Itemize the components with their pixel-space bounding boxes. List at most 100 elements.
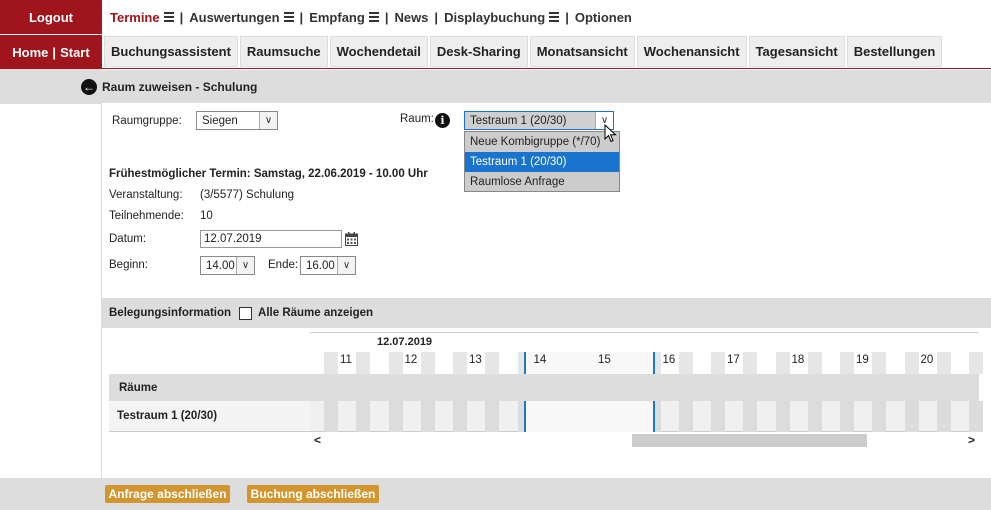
show-all-rooms-label[interactable]: Alle Räume anzeigen <box>258 307 373 319</box>
hamburger-icon[interactable] <box>549 10 560 24</box>
menu-news[interactable]: News <box>394 10 428 25</box>
tab-tagesansicht[interactable]: Tagesansicht <box>748 35 845 67</box>
chevron-down-icon[interactable]: ∨ <box>337 257 355 274</box>
timeline-slot-stripe <box>356 352 371 374</box>
raum-option[interactable]: Raumlose Anfrage <box>465 172 619 192</box>
booking-range-marker <box>652 401 655 432</box>
rooms-header: Räume <box>109 374 310 401</box>
timeline-date: 12.07.2019 <box>377 336 433 348</box>
chevron-down-icon[interactable]: ∨ <box>236 257 254 274</box>
scroll-left-arrow[interactable]: < <box>314 433 321 447</box>
timeline-hour-label: 19 <box>856 354 869 366</box>
booking-range-marker <box>523 352 526 374</box>
menu-displaybuchung[interactable]: Displaybuchung <box>444 10 560 25</box>
timeline-slot-stripe <box>324 352 338 374</box>
timeline-hour-label: 20 <box>920 354 934 366</box>
raum-dropdown-list: Neue Kombigruppe (*/70) Testraum 1 (20/3… <box>464 131 620 192</box>
beginn-select[interactable]: 14.00 ∨ <box>200 256 255 275</box>
menu-auswertungen[interactable]: Auswertungen <box>189 10 294 25</box>
timeline-slot-stripe <box>840 401 854 432</box>
menu-separator: | <box>384 9 389 25</box>
start-label[interactable]: Start <box>60 45 90 60</box>
timeline-scrollbar-thumb[interactable] <box>632 434 867 447</box>
home-start-button[interactable]: Home | Start <box>0 34 102 69</box>
timeline-slot-stripe <box>969 401 983 432</box>
timeline-slot-stripe <box>420 401 435 432</box>
timeline-hour-label: 15 <box>598 354 611 366</box>
room-row-label[interactable]: Testraum 1 (20/30) <box>109 401 310 432</box>
tab-raumsuche[interactable]: Raumsuche <box>239 35 328 67</box>
left-bottom-filler <box>0 478 102 510</box>
timeline-slot-stripe <box>807 401 822 432</box>
buchung-abschliessen-button[interactable]: Buchung abschließen <box>247 485 379 503</box>
menu-termine[interactable]: Termine <box>110 10 174 25</box>
timeline-hour-label: 14 <box>533 354 547 366</box>
timeline-slot-stripe <box>840 352 854 374</box>
raum-select[interactable]: Testraum 1 (20/30) ∨ <box>464 111 614 130</box>
timeline-slot-stripe <box>775 352 790 374</box>
timeline-slot-stripe <box>775 401 790 432</box>
earliest-date-text: Frühestmöglicher Termin: Samstag, 22.06.… <box>109 168 428 180</box>
tab-wochendetail[interactable]: Wochendetail <box>329 35 428 67</box>
timeline-slot-stripe <box>678 352 693 374</box>
timeline-slot-stripe <box>969 352 983 374</box>
timeline-slot-stripe <box>485 352 500 374</box>
timeline-slot-stripe <box>872 352 887 374</box>
logout-button[interactable]: Logout <box>0 0 102 34</box>
back-arrow-icon[interactable]: ← <box>81 78 97 95</box>
hamburger-icon[interactable] <box>283 10 294 24</box>
menu-empfang[interactable]: Empfang <box>309 10 379 25</box>
tab-desk-sharing[interactable]: Desk-Sharing <box>429 35 528 67</box>
timeline-slot-stripe <box>711 352 725 374</box>
room-name: Testraum 1 (20/30) <box>117 410 218 422</box>
datum-input[interactable]: 12.07.2019 <box>200 230 342 248</box>
timeline-slot-stripe <box>711 401 725 432</box>
tab-wochenansicht[interactable]: Wochenansicht <box>636 35 747 67</box>
datum-label: Datum: <box>109 233 147 245</box>
hamburger-icon[interactable] <box>163 10 174 24</box>
datum-value: 12.07.2019 <box>204 233 262 245</box>
timeline-header-row <box>310 374 979 401</box>
scroll-right-arrow[interactable]: > <box>968 433 975 447</box>
mouse-cursor-icon <box>604 124 617 143</box>
ende-value: 16.00 <box>306 259 335 272</box>
home-label[interactable]: Home <box>12 45 48 60</box>
timeline-slot-stripe <box>807 352 822 374</box>
timeline-hour-label: 13 <box>469 354 482 366</box>
ende-select[interactable]: 16.00 ∨ <box>300 256 356 275</box>
timeline-slot-stripe <box>356 401 371 432</box>
raum-option-selected[interactable]: Testraum 1 (20/30) <box>465 152 619 172</box>
raum-option[interactable]: Neue Kombigruppe (*/70) <box>465 132 619 152</box>
tab-bar: Buchungsassistent Raumsuche Wochendetail… <box>102 34 991 69</box>
timeline-hour-label: 18 <box>791 354 805 366</box>
show-all-rooms-checkbox[interactable] <box>239 306 253 320</box>
menu-optionen[interactable]: Optionen <box>575 10 632 25</box>
raumgruppe-select[interactable]: Siegen ∨ <box>196 111 278 130</box>
menu-separator: | <box>179 9 184 25</box>
raumgruppe-label: Raumgruppe: <box>112 115 182 127</box>
teilnehmende-value: 10 <box>200 210 213 222</box>
timeline-slot-stripe <box>904 401 919 432</box>
top-menu: Termine | Auswertungen | Empfang | News … <box>102 0 991 34</box>
calendar-icon[interactable] <box>345 232 358 246</box>
timeline-hour-label: 17 <box>727 354 740 366</box>
timeline-slot-stripe <box>678 401 693 432</box>
raum-label: Raum: <box>400 113 434 125</box>
timeline-divider <box>310 332 979 333</box>
occupancy-header: Belegungsinformation Alle Räume anzeigen <box>102 298 991 328</box>
hamburger-icon[interactable] <box>368 10 379 24</box>
anfrage-abschliessen-button[interactable]: Anfrage abschließen <box>105 485 230 503</box>
raumgruppe-value: Siegen <box>202 114 238 127</box>
chevron-down-icon[interactable]: ∨ <box>259 112 277 129</box>
timeline-hour-label: 16 <box>662 354 676 366</box>
tab-monatsansicht[interactable]: Monatsansicht <box>529 35 635 67</box>
info-icon[interactable]: i <box>435 113 450 128</box>
timeline-slot-stripe <box>324 401 338 432</box>
tab-bestellungen[interactable]: Bestellungen <box>846 35 943 67</box>
menu-separator: | <box>565 9 569 25</box>
timeline-slot-stripe <box>936 352 951 374</box>
page-title: Raum zuweisen - Schulung <box>102 79 258 94</box>
beginn-value: 14.00 <box>206 259 235 272</box>
page-title-bar: ← Raum zuweisen - Schulung <box>81 70 991 103</box>
tab-buchungsassistent[interactable]: Buchungsassistent <box>104 35 238 67</box>
